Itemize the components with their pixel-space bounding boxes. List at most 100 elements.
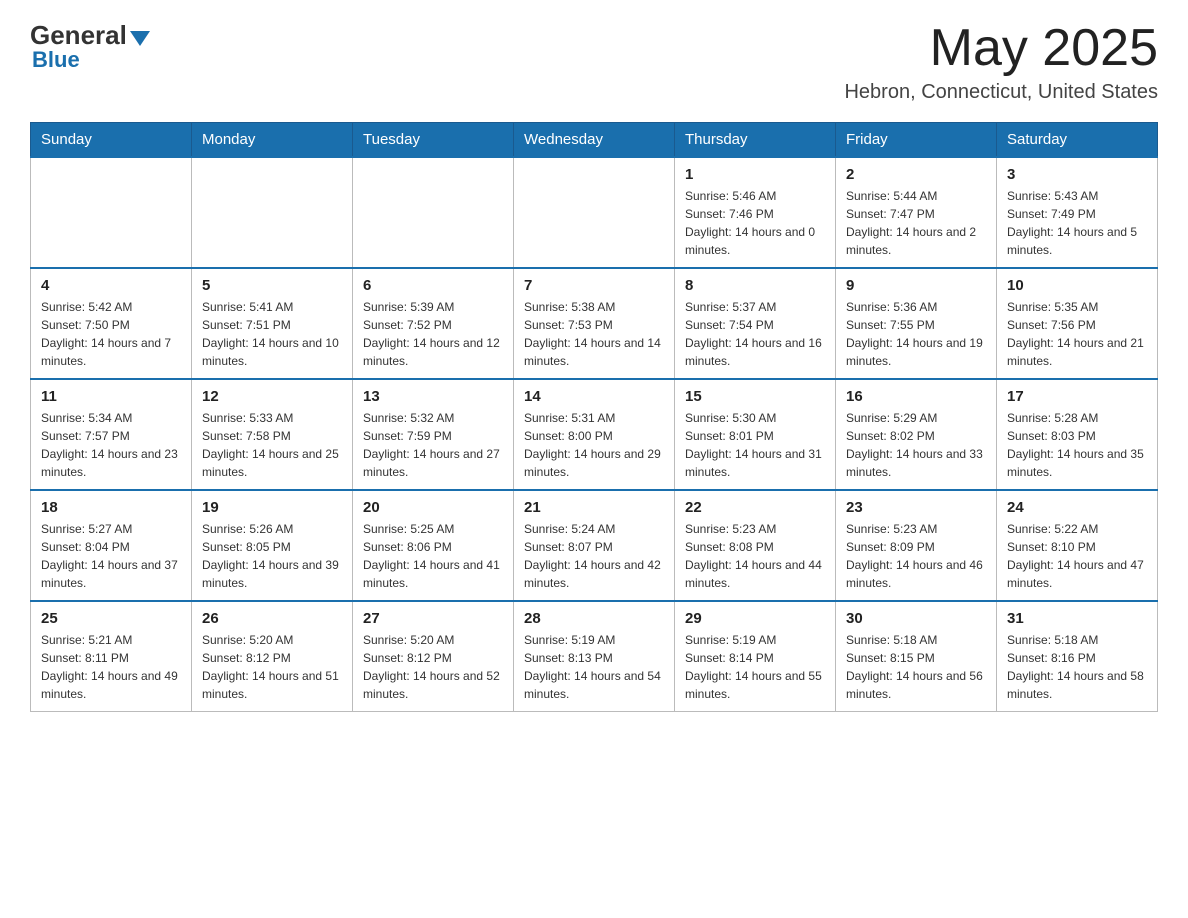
day-info: Sunrise: 5:34 AMSunset: 7:57 PMDaylight:… — [41, 409, 181, 481]
day-number: 31 — [1007, 610, 1147, 627]
day-info: Sunrise: 5:25 AMSunset: 8:06 PMDaylight:… — [363, 520, 503, 592]
table-row: 29 Sunrise: 5:19 AMSunset: 8:14 PMDayligh… — [675, 601, 836, 712]
table-row: 13Sunrise: 5:32 AMSunset: 7:59 PMDayligh… — [353, 379, 514, 490]
table-row: 19 Sunrise: 5:26 AMSunset: 8:05 PMDayligh… — [192, 490, 353, 601]
table-row — [353, 157, 514, 268]
table-row: 12 Sunrise: 5:33 AMSunset: 7:58 PMDayligh… — [192, 379, 353, 490]
day-number: 30 — [846, 610, 986, 627]
table-row — [31, 157, 192, 268]
day-info: Sunrise: 5:18 AMSunset: 8:15 PMDaylight:… — [846, 631, 986, 703]
day-info: Sunrise: 5:26 AMSunset: 8:05 PMDaylight:… — [202, 520, 342, 592]
table-row: 25 Sunrise: 5:21 AMSunset: 8:11 PMDayligh… — [31, 601, 192, 712]
table-row: 10Sunrise: 5:35 AMSunset: 7:56 PMDayligh… — [997, 268, 1158, 379]
day-info: Sunrise: 5:18 AMSunset: 8:16 PMDaylight:… — [1007, 631, 1147, 703]
table-row: 4 Sunrise: 5:42 AMSunset: 7:50 PMDaylight… — [31, 268, 192, 379]
col-friday: Friday — [836, 123, 997, 158]
day-info: Sunrise: 5:19 AMSunset: 8:13 PMDaylight:… — [524, 631, 664, 703]
day-number: 5 — [202, 277, 342, 294]
table-row: 22Sunrise: 5:23 AMSunset: 8:08 PMDayligh… — [675, 490, 836, 601]
logo-blue-text: Blue — [32, 47, 150, 73]
table-row: 27 Sunrise: 5:20 AMSunset: 8:12 PMDayligh… — [353, 601, 514, 712]
table-row: 15 Sunrise: 5:30 AMSunset: 8:01 PMDayligh… — [675, 379, 836, 490]
table-row: 20 Sunrise: 5:25 AMSunset: 8:06 PMDayligh… — [353, 490, 514, 601]
day-info: Sunrise: 5:44 AMSunset: 7:47 PMDaylight:… — [846, 187, 986, 259]
day-number: 24 — [1007, 499, 1147, 516]
table-row: 1 Sunrise: 5:46 AMSunset: 7:46 PMDaylight… — [675, 157, 836, 268]
day-info: Sunrise: 5:30 AMSunset: 8:01 PMDaylight:… — [685, 409, 825, 481]
day-number: 4 — [41, 277, 181, 294]
day-number: 18 — [41, 499, 181, 516]
day-number: 14 — [524, 388, 664, 405]
day-number: 16 — [846, 388, 986, 405]
col-thursday: Thursday — [675, 123, 836, 158]
day-number: 29 — [685, 610, 825, 627]
day-info: Sunrise: 5:37 AMSunset: 7:54 PMDaylight:… — [685, 298, 825, 370]
day-info: Sunrise: 5:38 AMSunset: 7:53 PMDaylight:… — [524, 298, 664, 370]
day-number: 20 — [363, 499, 503, 516]
day-number: 28 — [524, 610, 664, 627]
day-number: 19 — [202, 499, 342, 516]
col-wednesday: Wednesday — [514, 123, 675, 158]
table-row: 30 Sunrise: 5:18 AMSunset: 8:15 PMDayligh… — [836, 601, 997, 712]
day-info: Sunrise: 5:20 AMSunset: 8:12 PMDaylight:… — [363, 631, 503, 703]
table-row: 21Sunrise: 5:24 AMSunset: 8:07 PMDayligh… — [514, 490, 675, 601]
day-info: Sunrise: 5:29 AMSunset: 8:02 PMDaylight:… — [846, 409, 986, 481]
table-row: 28 Sunrise: 5:19 AMSunset: 8:13 PMDayligh… — [514, 601, 675, 712]
day-info: Sunrise: 5:33 AMSunset: 7:58 PMDaylight:… — [202, 409, 342, 481]
day-number: 8 — [685, 277, 825, 294]
day-number: 12 — [202, 388, 342, 405]
day-info: Sunrise: 5:20 AMSunset: 8:12 PMDaylight:… — [202, 631, 342, 703]
day-number: 27 — [363, 610, 503, 627]
calendar-week-row: 11 Sunrise: 5:34 AMSunset: 7:57 PMDayligh… — [31, 379, 1158, 490]
day-info: Sunrise: 5:28 AMSunset: 8:03 PMDaylight:… — [1007, 409, 1147, 481]
table-row: 5 Sunrise: 5:41 AMSunset: 7:51 PMDaylight… — [192, 268, 353, 379]
day-info: Sunrise: 5:46 AMSunset: 7:46 PMDaylight:… — [685, 187, 825, 259]
table-row: 24 Sunrise: 5:22 AMSunset: 8:10 PMDayligh… — [997, 490, 1158, 601]
page-title: May 2025 — [844, 20, 1158, 77]
table-row: 7 Sunrise: 5:38 AMSunset: 7:53 PMDaylight… — [514, 268, 675, 379]
day-number: 11 — [41, 388, 181, 405]
day-info: Sunrise: 5:31 AMSunset: 8:00 PMDaylight:… — [524, 409, 664, 481]
table-row: 18Sunrise: 5:27 AMSunset: 8:04 PMDayligh… — [31, 490, 192, 601]
col-saturday: Saturday — [997, 123, 1158, 158]
day-number: 25 — [41, 610, 181, 627]
table-row: 17 Sunrise: 5:28 AMSunset: 8:03 PMDayligh… — [997, 379, 1158, 490]
day-number: 6 — [363, 277, 503, 294]
day-info: Sunrise: 5:19 AMSunset: 8:14 PMDaylight:… — [685, 631, 825, 703]
day-info: Sunrise: 5:23 AMSunset: 8:08 PMDaylight:… — [685, 520, 825, 592]
table-row: 3Sunrise: 5:43 AMSunset: 7:49 PMDaylight… — [997, 157, 1158, 268]
table-row: 31 Sunrise: 5:18 AMSunset: 8:16 PMDayligh… — [997, 601, 1158, 712]
table-row: 16 Sunrise: 5:29 AMSunset: 8:02 PMDayligh… — [836, 379, 997, 490]
day-number: 26 — [202, 610, 342, 627]
day-info: Sunrise: 5:21 AMSunset: 8:11 PMDaylight:… — [41, 631, 181, 703]
day-number: 15 — [685, 388, 825, 405]
day-number: 2 — [846, 166, 986, 183]
day-info: Sunrise: 5:42 AMSunset: 7:50 PMDaylight:… — [41, 298, 181, 370]
day-number: 1 — [685, 166, 825, 183]
calendar-week-row: 18Sunrise: 5:27 AMSunset: 8:04 PMDayligh… — [31, 490, 1158, 601]
table-row: 26 Sunrise: 5:20 AMSunset: 8:12 PMDayligh… — [192, 601, 353, 712]
table-row: 2 Sunrise: 5:44 AMSunset: 7:47 PMDaylight… — [836, 157, 997, 268]
day-number: 7 — [524, 277, 664, 294]
calendar-week-row: 4 Sunrise: 5:42 AMSunset: 7:50 PMDaylight… — [31, 268, 1158, 379]
col-monday: Monday — [192, 123, 353, 158]
table-row: 23Sunrise: 5:23 AMSunset: 8:09 PMDayligh… — [836, 490, 997, 601]
table-row — [192, 157, 353, 268]
col-sunday: Sunday — [31, 123, 192, 158]
calendar-table: Sunday Monday Tuesday Wednesday Thursday… — [30, 122, 1158, 712]
page-subtitle: Hebron, Connecticut, United States — [844, 81, 1158, 104]
table-row: 8 Sunrise: 5:37 AMSunset: 7:54 PMDaylight… — [675, 268, 836, 379]
day-info: Sunrise: 5:22 AMSunset: 8:10 PMDaylight:… — [1007, 520, 1147, 592]
day-number: 10 — [1007, 277, 1147, 294]
day-info: Sunrise: 5:41 AMSunset: 7:51 PMDaylight:… — [202, 298, 342, 370]
table-row — [514, 157, 675, 268]
day-info: Sunrise: 5:43 AMSunset: 7:49 PMDaylight:… — [1007, 187, 1147, 259]
col-tuesday: Tuesday — [353, 123, 514, 158]
day-number: 13 — [363, 388, 503, 405]
calendar-week-row: 25 Sunrise: 5:21 AMSunset: 8:11 PMDayligh… — [31, 601, 1158, 712]
table-row: 9 Sunrise: 5:36 AMSunset: 7:55 PMDaylight… — [836, 268, 997, 379]
day-number: 9 — [846, 277, 986, 294]
day-info: Sunrise: 5:36 AMSunset: 7:55 PMDaylight:… — [846, 298, 986, 370]
day-number: 17 — [1007, 388, 1147, 405]
calendar-header-row: Sunday Monday Tuesday Wednesday Thursday… — [31, 123, 1158, 158]
